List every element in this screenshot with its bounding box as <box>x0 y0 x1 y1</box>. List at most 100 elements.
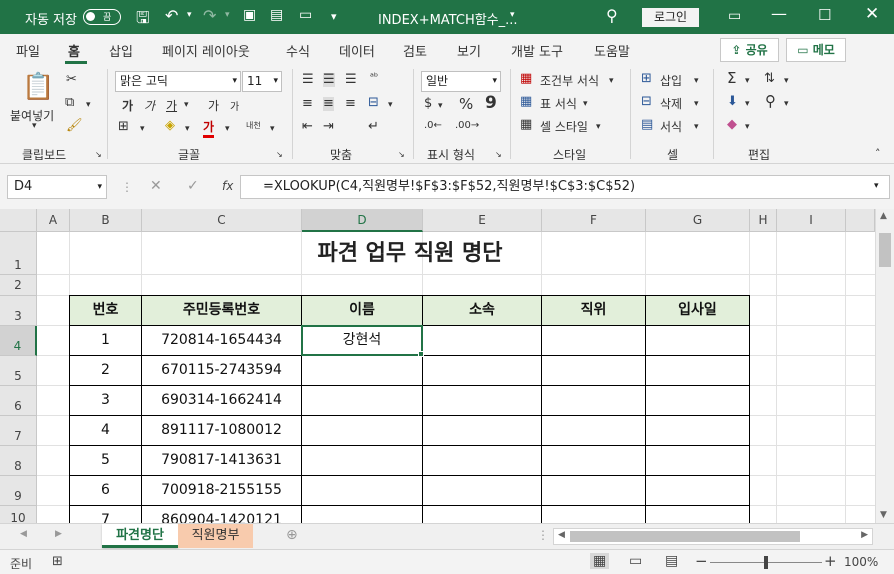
autosum-icon[interactable]: Σ <box>727 71 736 86</box>
scroll-up-icon[interactable]: ▲ <box>880 211 887 221</box>
row-header-3[interactable]: 3 <box>0 296 37 326</box>
undo-dropdown-icon[interactable]: ▾ <box>187 10 192 20</box>
tab-insert[interactable]: 삽입 <box>109 41 133 60</box>
table-cell[interactable] <box>542 326 646 356</box>
table-cell[interactable]: 860904-1420121 <box>142 506 302 523</box>
share-button[interactable]: ⇪ 공유 <box>720 38 779 62</box>
autosave-toggle[interactable]: 끔 <box>83 9 121 25</box>
number-format-select[interactable]: 일반 ▾ <box>421 71 501 92</box>
normal-view-icon[interactable]: ▦ <box>590 553 610 569</box>
accounting-dropdown-icon[interactable]: ▾ <box>438 99 443 113</box>
zoom-slider-thumb[interactable] <box>764 556 768 569</box>
autosum-dropdown-icon[interactable]: ▾ <box>745 74 750 88</box>
table-cell[interactable] <box>542 476 646 506</box>
align-bottom-icon[interactable]: ☰ <box>345 73 357 87</box>
scroll-down-icon[interactable]: ▼ <box>880 510 887 520</box>
number-launcher-icon[interactable]: ↘ <box>495 148 502 162</box>
table-cell[interactable] <box>302 416 423 446</box>
merge-center-icon[interactable]: ⊟ <box>368 96 379 110</box>
scroll-thumb[interactable] <box>879 233 891 267</box>
font-color-dropdown-icon[interactable]: ▾ <box>225 122 230 136</box>
font-color-button[interactable]: 가 <box>203 118 215 138</box>
column-header-e[interactable]: E <box>423 209 542 232</box>
font-launcher-icon[interactable]: ↘ <box>276 148 283 162</box>
find-select-icon[interactable]: ⚲ <box>765 94 776 109</box>
bold-button[interactable]: 가 <box>122 97 133 114</box>
maximize-icon[interactable]: ☐ <box>818 6 831 24</box>
row-header-10[interactable]: 10 <box>0 506 37 525</box>
zoom-in-icon[interactable]: + <box>824 552 837 570</box>
tab-developer[interactable]: 개발 도구 <box>511 41 563 60</box>
tab-home[interactable]: 홈 <box>68 41 80 60</box>
next-sheet-icon[interactable]: ▶ <box>55 529 62 539</box>
column-header-g[interactable]: G <box>646 209 750 232</box>
phonetic-button[interactable]: 내천 <box>246 120 261 131</box>
table-cell[interactable] <box>646 386 750 416</box>
memo-button[interactable]: ▭ 메모 <box>786 38 846 62</box>
table-cell[interactable] <box>302 386 423 416</box>
table-cell[interactable]: 4 <box>70 416 142 446</box>
table-cell[interactable] <box>542 416 646 446</box>
vertical-scrollbar[interactable]: ▲ ▼ <box>875 209 894 523</box>
chevron-down-icon[interactable]: ▾ <box>609 74 614 88</box>
table-cell[interactable]: 690314-1662414 <box>142 386 302 416</box>
italic-button[interactable]: 가 <box>144 97 155 114</box>
fill-color-icon[interactable]: ◈ <box>165 119 175 133</box>
tab-help[interactable]: 도움말 <box>594 41 630 60</box>
sort-dropdown-icon[interactable]: ▾ <box>784 74 789 88</box>
minimize-icon[interactable]: — <box>771 4 787 23</box>
decrease-decimal-icon[interactable]: .00→ <box>455 119 479 133</box>
active-cell-selection[interactable] <box>301 325 423 356</box>
copy-dropdown-icon[interactable]: ▾ <box>86 98 91 112</box>
formula-input[interactable]: =XLOOKUP(C4,직원명부!$F$3:$F$52,직원명부!$C$3:$C… <box>240 175 890 199</box>
phonetic-dropdown-icon[interactable]: ▾ <box>270 122 275 136</box>
underline-dropdown-icon[interactable]: ▾ <box>184 98 189 112</box>
align-right-icon[interactable]: ≡ <box>345 97 356 111</box>
row-header-4[interactable]: 4 <box>0 326 37 356</box>
column-header-f[interactable]: F <box>542 209 646 232</box>
login-button[interactable]: 로그인 <box>642 8 699 27</box>
font-size-select[interactable]: 11 ▾ <box>242 71 282 92</box>
undo-icon[interactable]: ↶ <box>165 6 178 25</box>
enter-icon[interactable]: ✓ <box>187 178 199 194</box>
table-cell[interactable]: 670115-2743594 <box>142 356 302 386</box>
table-cell[interactable]: 5 <box>70 446 142 476</box>
chevron-down-icon[interactable]: ▾ <box>694 97 699 111</box>
column-header-c[interactable]: C <box>142 209 302 232</box>
delete-cells-button[interactable]: 삭제 <box>660 95 682 112</box>
cell-styles-button[interactable]: 셀 스타일 <box>540 118 588 135</box>
column-header-d[interactable]: D <box>302 209 423 232</box>
header-cell[interactable]: 번호 <box>70 296 142 326</box>
table-cell[interactable] <box>423 446 542 476</box>
align-middle-icon[interactable]: ☰ <box>323 73 335 87</box>
select-all-corner[interactable] <box>0 209 37 232</box>
table-cell[interactable] <box>646 416 750 446</box>
drag-handle-icon[interactable]: ⋮ <box>537 528 549 542</box>
table-cell[interactable] <box>646 476 750 506</box>
redo-dropdown-icon[interactable]: ▾ <box>225 10 230 20</box>
merge-dropdown-icon[interactable]: ▾ <box>388 98 393 112</box>
borders-icon[interactable]: ⊞ <box>118 120 129 134</box>
conditional-format-button[interactable]: 조건부 서식 <box>540 72 599 89</box>
table-cell[interactable] <box>542 386 646 416</box>
fill-dropdown-icon[interactable]: ▾ <box>185 122 190 136</box>
table-cell[interactable] <box>423 386 542 416</box>
grow-font-button[interactable]: 가 <box>208 97 219 114</box>
format-painter-icon[interactable]: 🖌 <box>66 119 83 133</box>
row-header-6[interactable]: 6 <box>0 386 37 416</box>
row-header-7[interactable]: 7 <box>0 416 37 446</box>
table-cell[interactable] <box>646 326 750 356</box>
page-break-view-icon[interactable]: ▤ <box>665 553 678 569</box>
table-cell[interactable] <box>423 416 542 446</box>
fill-dropdown-icon[interactable]: ▾ <box>745 97 750 111</box>
clipboard-launcher-icon[interactable]: ↘ <box>95 148 102 162</box>
insert-function-icon[interactable]: fx <box>222 179 233 193</box>
align-top-icon[interactable]: ☰ <box>302 73 314 87</box>
conditional-format-icon[interactable]: ▦ <box>520 72 532 86</box>
align-left-icon[interactable]: ≡ <box>302 97 313 111</box>
clear-icon[interactable]: ◆ <box>727 118 737 132</box>
insert-cells-icon[interactable]: ⊞ <box>641 72 652 86</box>
macro-record-icon[interactable]: ⊞ <box>52 554 63 569</box>
page-layout-view-icon[interactable]: ▭ <box>629 553 642 569</box>
scroll-thumb[interactable] <box>570 531 800 542</box>
